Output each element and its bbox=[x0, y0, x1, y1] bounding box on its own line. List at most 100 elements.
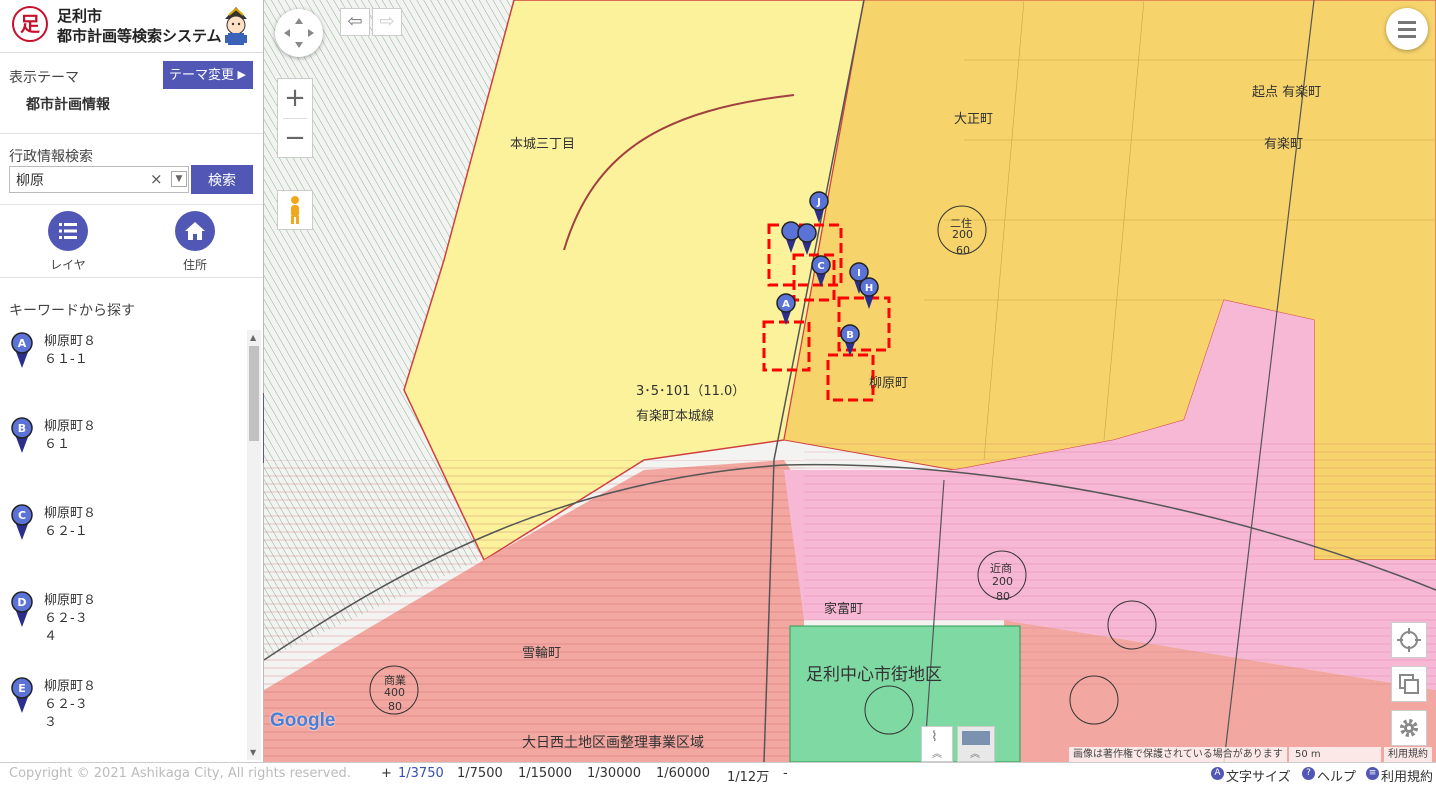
menu-button[interactable] bbox=[1386, 8, 1428, 50]
city-logo: 足 bbox=[12, 6, 48, 42]
zoning-map[interactable] bbox=[264, 0, 1436, 762]
search-button[interactable]: 検索 bbox=[191, 165, 253, 194]
pin-letter: D bbox=[17, 596, 26, 609]
map-pin-j-icon[interactable]: J bbox=[807, 190, 831, 224]
pegman-icon bbox=[291, 196, 299, 224]
copy-layers-icon bbox=[1399, 674, 1419, 694]
change-theme-button[interactable]: テーマ変更 ▶ bbox=[163, 61, 253, 89]
copyright: Copyright © 2021 Ashikaga City, All righ… bbox=[9, 766, 351, 781]
result-line-3: ４ bbox=[44, 629, 58, 644]
scale-7500[interactable]: 1/7500 bbox=[457, 766, 503, 781]
result-line-2: ６２-３ bbox=[44, 611, 88, 626]
map-view[interactable]: 本城三丁目 3･5･101（11.0） 有楽町本城線 柳原町 大正町 有楽町 起… bbox=[264, 0, 1436, 762]
keyword-label: キーワードから探す bbox=[9, 303, 135, 319]
map-pin-e-icon: E bbox=[11, 677, 33, 713]
result-line-2: ６１ bbox=[44, 437, 71, 452]
red-zone-stripes bbox=[264, 460, 804, 762]
attachment-button[interactable]: ⌇ ︽ bbox=[921, 726, 953, 762]
result-line-2: ６２-３ bbox=[44, 697, 88, 712]
pan-control[interactable] bbox=[275, 9, 323, 57]
result-line-1: 柳原町８ bbox=[44, 419, 97, 434]
plus-icon: + bbox=[284, 83, 306, 113]
zone-label-kinsho: 近商 bbox=[990, 562, 1012, 575]
scroll-up-icon[interactable]: ▲ bbox=[250, 333, 256, 342]
sidebar: 足 足利市 都市計画等検索システム 表示テーマ テーマ変更 ▶ 都市計画情報 行… bbox=[0, 0, 264, 762]
gear-icon bbox=[1400, 719, 1418, 737]
list-icon bbox=[59, 223, 77, 239]
scale-120000[interactable]: 1/12万 bbox=[727, 766, 769, 785]
system-title: 都市計画等検索システム bbox=[57, 27, 222, 45]
font-size-icon: A bbox=[1211, 767, 1224, 780]
search-combobox: × ▼ bbox=[9, 166, 189, 193]
chevron-down-icon[interactable]: ▼ bbox=[171, 171, 187, 187]
paperclip-icon: ⌇ bbox=[931, 729, 938, 745]
result-item[interactable]: E 柳原町８ ６２-３ ３ bbox=[8, 675, 238, 755]
pin-letter: A bbox=[782, 299, 790, 310]
map-pin-icon[interactable] bbox=[795, 222, 819, 256]
divider bbox=[0, 204, 263, 205]
layer-button[interactable] bbox=[48, 211, 88, 251]
pan-arrows-icon bbox=[284, 18, 314, 48]
arrow-left-icon: ⇦ bbox=[347, 11, 363, 32]
scroll-thumb[interactable] bbox=[249, 346, 259, 441]
address-button[interactable] bbox=[175, 211, 215, 251]
scale-60000[interactable]: 1/60000 bbox=[656, 766, 710, 781]
street-view-pegman[interactable] bbox=[277, 190, 313, 230]
terms-icon: ≡ bbox=[1366, 767, 1379, 780]
map-copyright-note[interactable]: 画像は著作権で保護されている場合があります bbox=[1069, 747, 1287, 762]
result-list: A 柳原町８ ６１-１ B 柳原町８ ６１ C 柳原町８ ６２-１ D 柳原町８… bbox=[0, 330, 247, 760]
map-terms-link[interactable]: 利用規約 bbox=[1384, 747, 1432, 762]
basemap-thumbnail bbox=[962, 731, 990, 745]
result-item[interactable]: D 柳原町８ ６２-３ ４ bbox=[8, 589, 238, 669]
back-button[interactable]: ⇦ bbox=[340, 8, 370, 36]
zoom-plus[interactable]: + bbox=[381, 766, 392, 781]
pin-letter: J bbox=[816, 197, 821, 208]
zoom-minus[interactable]: - bbox=[783, 766, 788, 781]
arrow-right-icon: ⇨ bbox=[379, 11, 395, 32]
chevron-up-icon: ︽ bbox=[932, 749, 942, 760]
scroll-down-icon[interactable]: ▼ bbox=[250, 748, 256, 757]
zone-value: 80 bbox=[996, 590, 1010, 603]
result-scrollbar[interactable]: ▲ ▼ bbox=[247, 330, 261, 760]
zone-value: 60 bbox=[956, 244, 970, 257]
result-line-2: ６２-１ bbox=[44, 524, 88, 539]
result-item[interactable]: C 柳原町８ ６２-１ bbox=[8, 502, 238, 582]
divider bbox=[0, 133, 263, 134]
map-pin-h-icon[interactable]: H bbox=[857, 276, 881, 310]
map-pin-b-icon[interactable]: B bbox=[838, 323, 862, 357]
map-pin-a-icon[interactable]: A bbox=[774, 292, 798, 326]
search-input[interactable] bbox=[10, 167, 146, 192]
result-item[interactable]: B 柳原町８ ６１ bbox=[8, 415, 238, 495]
pin-letter: H bbox=[865, 283, 873, 294]
app-header: 足 足利市 都市計画等検索システム bbox=[0, 0, 263, 53]
zoom-in-button[interactable]: + bbox=[278, 79, 312, 118]
pin-letter: C bbox=[817, 261, 824, 272]
result-line-1: 柳原町８ bbox=[44, 679, 97, 694]
basemap-switcher[interactable]: ︽ bbox=[957, 726, 995, 762]
map-pin-b-icon: B bbox=[11, 417, 33, 453]
map-pin-c-icon[interactable]: C bbox=[809, 254, 833, 288]
play-arrow-icon: ▶ bbox=[237, 69, 246, 81]
settings-button[interactable] bbox=[1391, 710, 1427, 746]
minus-icon: − bbox=[284, 123, 306, 153]
result-item[interactable]: A 柳原町８ ６１-１ bbox=[8, 330, 238, 410]
pin-letter: A bbox=[18, 337, 27, 350]
crosshair-icon bbox=[1397, 628, 1421, 652]
scale-30000[interactable]: 1/30000 bbox=[587, 766, 641, 781]
terms-link[interactable]: 利用規約 bbox=[1381, 766, 1433, 785]
hamburger-icon bbox=[1398, 21, 1416, 38]
result-line-1: 柳原町８ bbox=[44, 506, 97, 521]
zoom-out-button[interactable]: − bbox=[278, 119, 312, 158]
help-link[interactable]: ヘルプ bbox=[1317, 766, 1356, 785]
result-line-1: 柳原町８ bbox=[44, 593, 97, 608]
scale-15000[interactable]: 1/15000 bbox=[518, 766, 572, 781]
forward-button[interactable]: ⇨ bbox=[372, 8, 402, 36]
locate-button[interactable] bbox=[1391, 622, 1427, 658]
city-name: 足利市 bbox=[57, 7, 103, 25]
font-size-link[interactable]: 文字サイズ bbox=[1226, 766, 1291, 785]
layer-label: レイヤ bbox=[50, 258, 86, 272]
clear-icon[interactable]: × bbox=[150, 170, 163, 188]
scale-3750[interactable]: 1/3750 bbox=[398, 766, 444, 781]
layers-toggle-button[interactable] bbox=[1391, 666, 1427, 702]
scale-text: 50 m bbox=[1295, 749, 1321, 760]
